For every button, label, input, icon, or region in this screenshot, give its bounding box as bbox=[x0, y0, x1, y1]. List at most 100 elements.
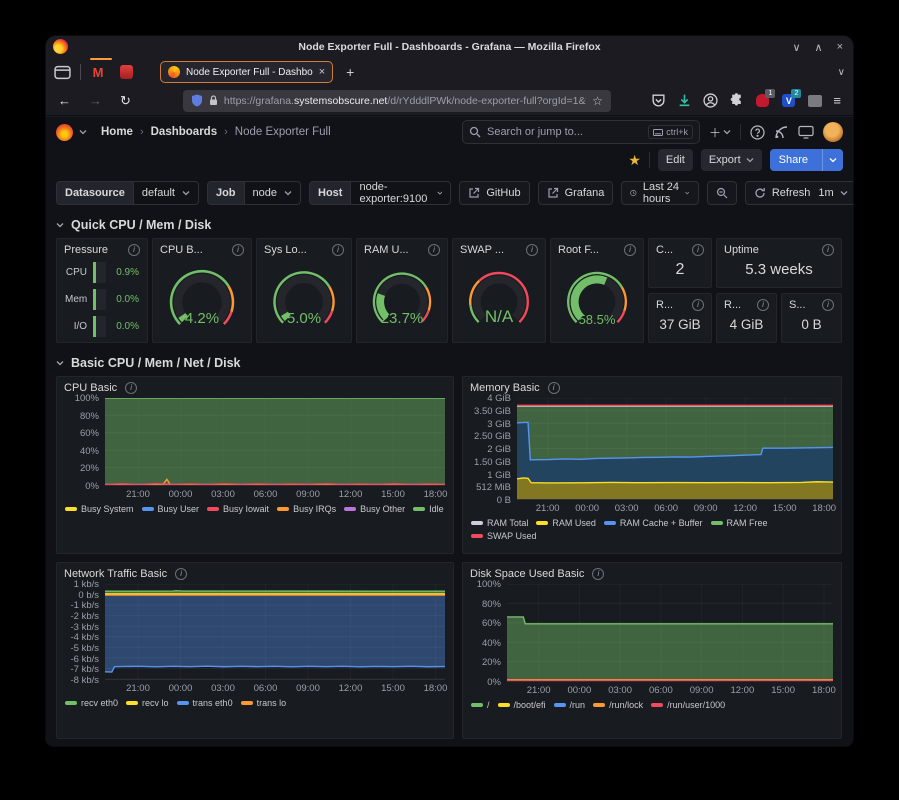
favorite-star-icon[interactable]: ★ bbox=[628, 152, 641, 169]
pocket-icon[interactable] bbox=[651, 93, 666, 108]
section-quick-cpu-mem-disk[interactable]: Quick CPU / Mem / Disk bbox=[56, 218, 843, 232]
tab-overflow-chevron-icon[interactable]: ∨ bbox=[838, 67, 845, 78]
info-icon[interactable]: i bbox=[128, 244, 140, 256]
window-maximize-button[interactable]: ∧ bbox=[815, 41, 823, 54]
panel-title[interactable]: RAM U... bbox=[364, 244, 409, 256]
breadcrumb-dashboards[interactable]: Dashboards bbox=[151, 126, 217, 138]
github-link-button[interactable]: GitHub bbox=[459, 181, 529, 205]
info-icon[interactable]: i bbox=[624, 244, 636, 256]
info-icon[interactable]: i bbox=[692, 244, 704, 256]
legend-item[interactable]: Busy Other bbox=[344, 504, 405, 514]
panel-title[interactable]: Pressure bbox=[64, 244, 108, 256]
breadcrumb-home[interactable]: Home bbox=[101, 126, 133, 138]
panel-title[interactable]: Sys Lo... bbox=[264, 244, 307, 256]
legend-item[interactable]: recv eth0 bbox=[65, 698, 118, 708]
user-avatar[interactable] bbox=[823, 122, 843, 142]
help-icon[interactable] bbox=[750, 125, 765, 140]
legend-item[interactable]: recv lo bbox=[126, 698, 169, 708]
panel-title[interactable]: C... bbox=[656, 244, 673, 256]
plot-area[interactable] bbox=[105, 584, 445, 680]
info-icon[interactable]: i bbox=[125, 382, 137, 394]
legend-item[interactable]: /run/user/1000 bbox=[651, 700, 725, 710]
info-icon[interactable]: i bbox=[822, 299, 834, 311]
legend-item[interactable]: trans lo bbox=[241, 698, 287, 708]
menu-icon[interactable]: ≡ bbox=[833, 93, 841, 108]
ext-red-icon[interactable]: 1 bbox=[755, 93, 770, 108]
legend-item[interactable]: Busy System bbox=[65, 504, 134, 514]
download-icon[interactable] bbox=[677, 93, 692, 108]
bookmark-star-icon[interactable]: ☆ bbox=[592, 94, 603, 108]
pinned-tab-red-app[interactable] bbox=[118, 64, 134, 80]
info-icon[interactable]: i bbox=[757, 299, 769, 311]
section-basic-cpu-mem-net-disk[interactable]: Basic CPU / Mem / Net / Disk bbox=[56, 356, 843, 370]
legend-item[interactable]: Busy User bbox=[142, 504, 200, 514]
legend-item[interactable]: Busy IRQs bbox=[277, 504, 336, 514]
export-button[interactable]: Export bbox=[701, 149, 762, 171]
time-range-picker[interactable]: Last 24 hours bbox=[621, 181, 699, 205]
search-input[interactable]: Search or jump to... ctrl+k bbox=[462, 120, 700, 144]
grafana-logo-icon[interactable] bbox=[56, 124, 73, 141]
legend-item[interactable]: RAM Total bbox=[471, 518, 528, 528]
ext-blue-icon[interactable]: V 2 bbox=[781, 93, 796, 108]
info-icon[interactable]: i bbox=[428, 244, 440, 256]
legend-item[interactable]: / bbox=[471, 700, 490, 710]
back-button[interactable]: ← bbox=[58, 93, 71, 108]
panel-title[interactable]: CPU B... bbox=[160, 244, 203, 256]
legend-item[interactable]: Busy Iowait bbox=[207, 504, 269, 514]
info-icon[interactable]: i bbox=[822, 244, 834, 256]
pinned-tab-gmail[interactable]: M bbox=[90, 64, 106, 80]
info-icon[interactable]: i bbox=[526, 244, 538, 256]
host-variable[interactable]: Host node-exporter:9100 bbox=[309, 181, 451, 205]
account-icon[interactable] bbox=[703, 93, 718, 108]
panel-title[interactable]: Root F... bbox=[558, 244, 599, 256]
panel-title[interactable]: SWAP ... bbox=[460, 244, 504, 256]
zoom-out-button[interactable] bbox=[707, 181, 737, 205]
chevron-down-icon[interactable] bbox=[79, 128, 87, 136]
extensions-puzzle-icon[interactable] bbox=[729, 93, 744, 108]
window-titlebar[interactable]: Node Exporter Full - Dashboards - Grafan… bbox=[46, 36, 853, 58]
legend-item[interactable]: /boot/efi bbox=[498, 700, 546, 710]
datasource-variable[interactable]: Datasource default bbox=[56, 181, 199, 205]
legend-item[interactable]: /run/lock bbox=[593, 700, 643, 710]
containers-icon[interactable] bbox=[807, 93, 822, 108]
info-icon[interactable]: i bbox=[175, 568, 187, 580]
url-bar[interactable]: https://grafana.systemsobscure.net/d/rYd… bbox=[183, 90, 611, 112]
window-close-button[interactable]: × bbox=[837, 41, 843, 53]
legend-item[interactable]: RAM Cache + Buffer bbox=[604, 518, 703, 528]
edit-button[interactable]: Edit bbox=[658, 149, 693, 171]
reload-button[interactable]: ↻ bbox=[120, 93, 131, 109]
info-icon[interactable]: i bbox=[332, 244, 344, 256]
tracking-shield-icon[interactable] bbox=[191, 94, 203, 107]
legend-item[interactable]: RAM Used bbox=[536, 518, 596, 528]
window-minimize-button[interactable]: ∨ bbox=[792, 41, 800, 54]
share-button[interactable]: Share bbox=[770, 149, 843, 171]
url-text[interactable]: https://grafana.systemsobscure.net/d/rYd… bbox=[224, 95, 586, 107]
plot-area[interactable] bbox=[517, 398, 833, 500]
news-rss-icon[interactable] bbox=[774, 125, 789, 140]
legend-item[interactable]: Idle bbox=[413, 504, 444, 514]
job-variable[interactable]: Job node bbox=[207, 181, 301, 205]
legend-item[interactable]: RAM Free bbox=[711, 518, 768, 528]
info-icon[interactable]: i bbox=[692, 299, 704, 311]
panel-title[interactable]: R... bbox=[656, 299, 673, 311]
panel-title[interactable]: Uptime bbox=[724, 244, 759, 256]
info-icon[interactable]: i bbox=[232, 244, 244, 256]
firefox-view-icon[interactable] bbox=[54, 65, 71, 80]
plot-area[interactable] bbox=[105, 398, 445, 486]
active-tab[interactable]: Node Exporter Full - Dashbo × bbox=[160, 61, 333, 83]
grafana-link-button[interactable]: Grafana bbox=[538, 181, 614, 205]
tab-close-button[interactable]: × bbox=[319, 66, 325, 78]
plot-area[interactable] bbox=[507, 584, 833, 682]
add-button[interactable]: ＋ bbox=[709, 124, 731, 141]
info-icon[interactable]: i bbox=[592, 568, 604, 580]
share-dropdown-button[interactable] bbox=[822, 149, 843, 171]
tv-kiosk-icon[interactable] bbox=[798, 125, 814, 139]
refresh-button[interactable]: Refresh 1m bbox=[745, 181, 853, 205]
legend-item[interactable]: trans eth0 bbox=[177, 698, 233, 708]
new-tab-button[interactable]: + bbox=[346, 64, 354, 80]
legend-item[interactable]: SWAP Used bbox=[471, 531, 537, 541]
info-icon[interactable]: i bbox=[548, 382, 560, 394]
forward-button[interactable]: → bbox=[89, 93, 102, 108]
panel-title[interactable]: S... bbox=[789, 299, 806, 311]
panel-title[interactable]: R... bbox=[724, 299, 741, 311]
